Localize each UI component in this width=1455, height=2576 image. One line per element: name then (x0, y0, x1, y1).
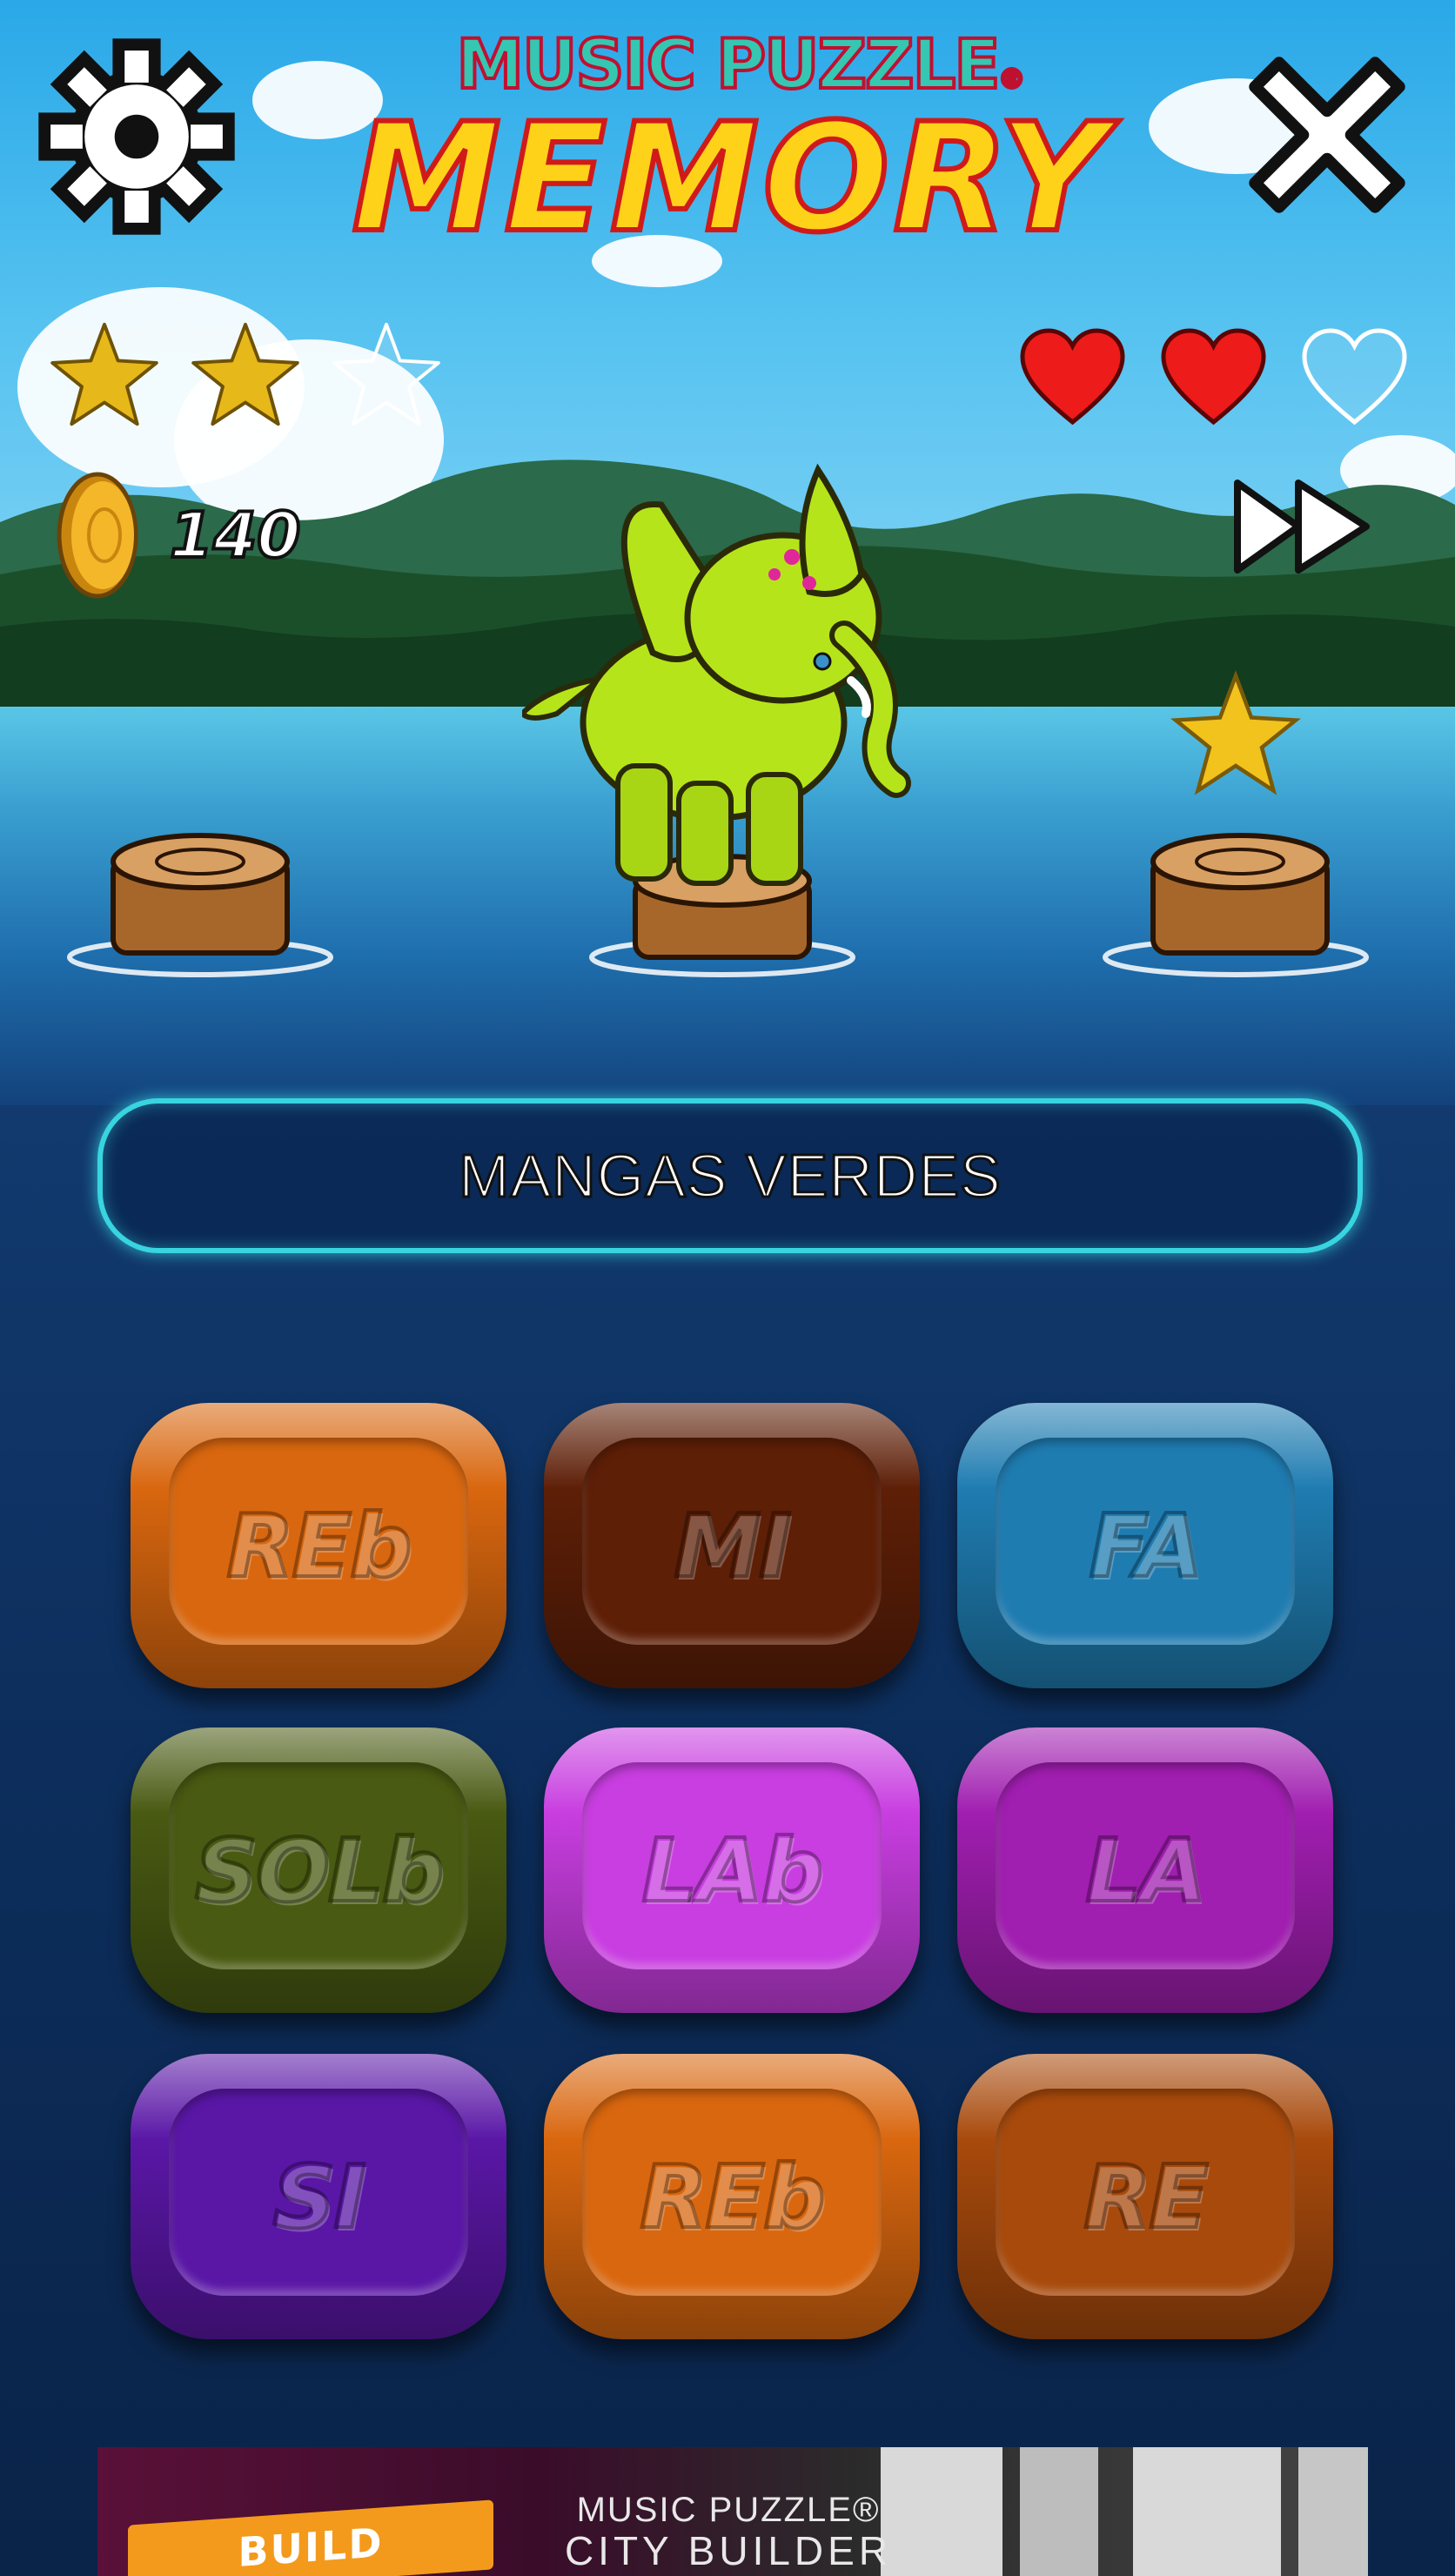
heart-full-icon (1159, 322, 1268, 431)
close-button[interactable] (1227, 35, 1427, 235)
heart-full-icon (1018, 322, 1127, 431)
ad-banner[interactable]: BUILD MUSIC PUZZLE® CITY BUILDER (97, 2447, 1368, 2576)
build-button[interactable]: BUILD (128, 2499, 493, 2576)
note-tile[interactable]: FA (957, 1403, 1333, 1688)
tile-label: REb (225, 1493, 414, 1599)
settings-button[interactable] (37, 37, 237, 237)
prompt-box: MANGAS VERDES (97, 1098, 1363, 1253)
note-tile[interactable]: SOLb (131, 1727, 506, 2013)
star-filled-icon (189, 318, 302, 431)
banner-title: MUSIC PUZZLE® (576, 2491, 881, 2529)
close-icon (1249, 57, 1405, 213)
skip-button[interactable] (1227, 470, 1384, 583)
bonus-star-icon (1170, 670, 1301, 795)
city-building (1133, 2447, 1281, 2576)
tile-label: RE (1082, 2144, 1210, 2250)
banner-subtitle: CITY BUILDER (564, 2528, 893, 2573)
heart-empty-icon (1300, 322, 1409, 431)
stump-left (111, 833, 290, 956)
tile-label: MI (673, 1493, 794, 1599)
city-building (1020, 2447, 1098, 2576)
star-empty-icon (330, 318, 443, 431)
lives-hearts (1018, 322, 1418, 435)
tile-label: SOLb (193, 1818, 446, 1923)
note-tile[interactable]: SI (131, 2054, 506, 2339)
note-tile[interactable]: RE (957, 2054, 1333, 2339)
tile-label: REb (639, 2144, 828, 2250)
stars-progress (48, 318, 457, 439)
tile-label: LA (1083, 1818, 1208, 1923)
gear-icon (38, 38, 235, 235)
prompt-text: MANGAS VERDES (458, 1141, 1002, 1211)
note-tile[interactable]: LA (957, 1727, 1333, 2013)
tile-label: FA (1088, 1493, 1205, 1599)
stump-right (1150, 833, 1330, 956)
note-tile[interactable]: REb (131, 1403, 506, 1688)
city-building (1298, 2447, 1368, 2576)
coin-icon (54, 470, 141, 600)
fast-forward-icon (1234, 480, 1370, 574)
note-tile[interactable]: MI (544, 1403, 920, 1688)
elephant-character (522, 463, 911, 886)
note-tile[interactable]: REb (544, 2054, 920, 2339)
title-main: MEMORY (349, 91, 1110, 265)
tile-label: SI (271, 2144, 367, 2250)
tile-label: LAb (640, 1818, 826, 1923)
coin-counter: 140 (168, 497, 302, 574)
note-tile[interactable]: LAb (544, 1727, 920, 2013)
star-filled-icon (48, 318, 161, 431)
